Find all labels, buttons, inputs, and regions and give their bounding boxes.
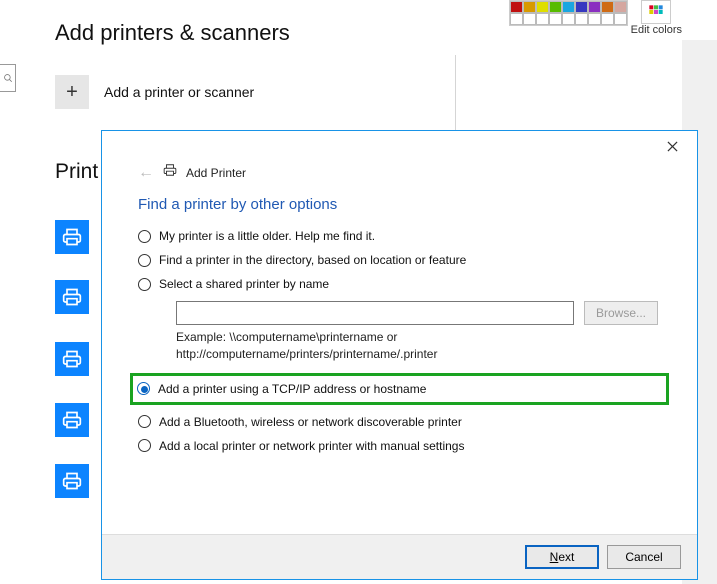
- color-swatch-empty[interactable]: [510, 13, 523, 25]
- printer-list-item[interactable]: [55, 280, 89, 314]
- color-swatch-empty[interactable]: [614, 13, 627, 25]
- printer-icon: [62, 349, 82, 369]
- printer-icon: [62, 471, 82, 491]
- add-printer-dialog: ← Add Printer Find a printer by other op…: [101, 130, 698, 580]
- printer-icon: [62, 287, 82, 307]
- radio-icon: [137, 382, 150, 395]
- color-swatch-empty[interactable]: [575, 13, 588, 25]
- radio-tcpip[interactable]: Add a printer using a TCP/IP address or …: [137, 382, 662, 396]
- color-swatch-empty[interactable]: [549, 13, 562, 25]
- search-input-fragment[interactable]: [0, 64, 16, 92]
- color-swatch[interactable]: [510, 1, 523, 13]
- color-swatch[interactable]: [549, 1, 562, 13]
- color-swatch-grid: [509, 0, 628, 26]
- radio-label: Add a Bluetooth, wireless or network dis…: [159, 415, 462, 429]
- color-swatch-empty[interactable]: [523, 13, 536, 25]
- dialog-title: Add Printer: [186, 166, 246, 180]
- color-swatch[interactable]: [614, 1, 627, 13]
- color-swatch[interactable]: [575, 1, 588, 13]
- browse-button: Browse...: [584, 301, 658, 325]
- radio-label: Add a local printer or network printer w…: [159, 439, 464, 453]
- radio-icon: [138, 415, 151, 428]
- radio-icon: [138, 254, 151, 267]
- dialog-heading: Find a printer by other options: [138, 196, 661, 213]
- plus-icon: +: [55, 75, 89, 109]
- printers-section-heading: Print: [55, 160, 98, 184]
- radio-directory[interactable]: Find a printer in the directory, based o…: [138, 253, 661, 267]
- page-title: Add printers & scanners: [55, 20, 290, 46]
- search-icon: [3, 73, 13, 83]
- rainbow-icon: [648, 4, 664, 20]
- color-swatch[interactable]: [536, 1, 549, 13]
- printer-icon: [62, 227, 82, 247]
- vertical-divider: [455, 55, 456, 130]
- printer-list-item[interactable]: [55, 403, 89, 437]
- color-swatch[interactable]: [588, 1, 601, 13]
- add-printer-label: Add a printer or scanner: [104, 84, 254, 100]
- radio-bluetooth[interactable]: Add a Bluetooth, wireless or network dis…: [138, 415, 661, 429]
- example-text: Example: \\computername\printername or h…: [176, 329, 661, 363]
- printer-list-item[interactable]: [55, 464, 89, 498]
- radio-icon: [138, 230, 151, 243]
- color-palette-fragment: Edit colors: [509, 0, 682, 36]
- color-swatch-empty[interactable]: [588, 13, 601, 25]
- radio-label: Select a shared printer by name: [159, 277, 329, 291]
- radio-label: Add a printer using a TCP/IP address or …: [158, 382, 426, 396]
- add-printer-row[interactable]: + Add a printer or scanner: [55, 75, 254, 109]
- radio-older-printer[interactable]: My printer is a little older. Help me fi…: [138, 229, 661, 243]
- radio-icon: [138, 439, 151, 452]
- color-swatch-empty[interactable]: [562, 13, 575, 25]
- next-button[interactable]: Next: [525, 545, 599, 569]
- radio-label: My printer is a little older. Help me fi…: [159, 229, 375, 243]
- radio-label: Find a printer in the directory, based o…: [159, 253, 466, 267]
- printer-list-item[interactable]: [55, 342, 89, 376]
- printer-icon: [62, 410, 82, 430]
- back-arrow-icon: ←: [138, 164, 154, 182]
- radio-local-manual[interactable]: Add a local printer or network printer w…: [138, 439, 661, 453]
- printer-list-item[interactable]: [55, 220, 89, 254]
- radio-shared-by-name[interactable]: Select a shared printer by name: [138, 277, 661, 291]
- shared-printer-name-input[interactable]: [176, 301, 574, 325]
- color-swatch-empty[interactable]: [601, 13, 614, 25]
- radio-icon: [138, 278, 151, 291]
- color-swatch-empty[interactable]: [536, 13, 549, 25]
- breadcrumb: ← Add Printer: [138, 163, 661, 182]
- color-swatch[interactable]: [523, 1, 536, 13]
- edit-colors-label: Edit colors: [631, 24, 682, 36]
- color-swatch[interactable]: [601, 1, 614, 13]
- color-swatch[interactable]: [562, 1, 575, 13]
- close-icon: [667, 141, 678, 152]
- close-button[interactable]: [657, 131, 687, 161]
- cancel-button[interactable]: Cancel: [607, 545, 681, 569]
- printer-icon: [162, 163, 178, 182]
- edit-colors-button[interactable]: Edit colors: [631, 0, 682, 36]
- highlighted-selection: Add a printer using a TCP/IP address or …: [130, 373, 669, 405]
